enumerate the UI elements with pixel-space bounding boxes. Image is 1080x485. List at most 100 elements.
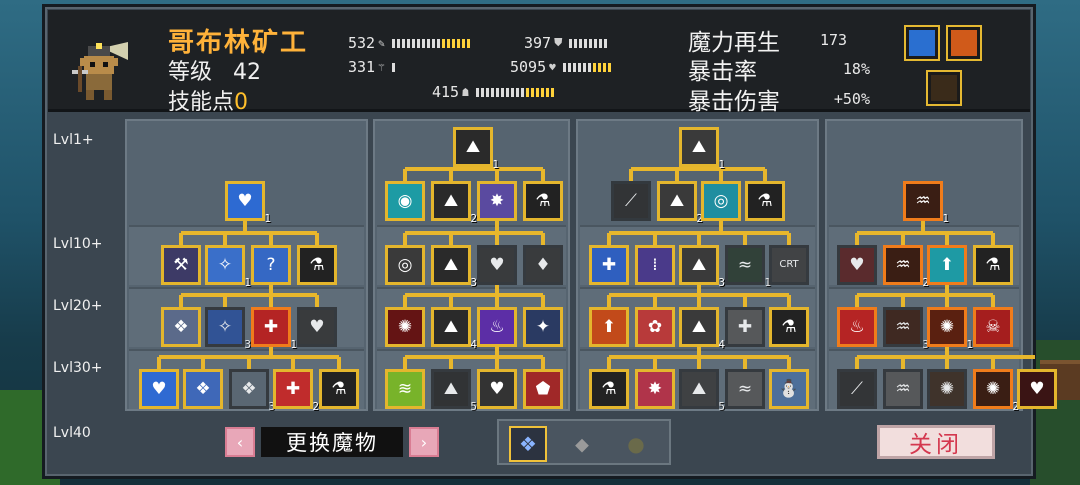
skill-icon: ✸: [647, 378, 663, 399]
close-button[interactable]: 关闭: [877, 425, 995, 459]
skill-node[interactable]: ⚒: [161, 245, 201, 285]
skill-node[interactable]: ❖: [161, 307, 201, 347]
skill-node[interactable]: ⬆: [927, 245, 967, 285]
skill-node[interactable]: ♒: [883, 369, 923, 409]
monster-tab-rock-icon[interactable]: ⬥: [563, 426, 601, 462]
skill-icon: ◎: [713, 190, 729, 211]
skill-icon: ♒: [895, 378, 911, 399]
skill-node[interactable]: ⛰ 4: [679, 307, 725, 350]
skill-node[interactable]: ✿: [635, 307, 675, 347]
skill-icon: ♒: [915, 190, 931, 211]
skill-rank: 5: [718, 400, 725, 413]
skill-icon: ✺: [939, 316, 955, 337]
skill-icon: CRT: [779, 259, 799, 270]
skill-node[interactable]: ◎: [385, 245, 425, 285]
skill-node[interactable]: ⛰ 2: [431, 181, 477, 224]
skill-rank: 1: [290, 338, 297, 351]
skill-node[interactable]: ✧ 1: [205, 245, 251, 288]
skill-node[interactable]: ♨: [837, 307, 877, 347]
skill-icon: ♦: [535, 254, 551, 275]
skill-node[interactable]: ≈1: [725, 245, 771, 288]
next-monster-button[interactable]: ›: [409, 427, 439, 457]
skill-node[interactable]: ♒ 2: [883, 245, 929, 288]
skill-rank: 1: [264, 212, 271, 225]
skill-node[interactable]: ♥: [297, 307, 337, 347]
skill-node[interactable]: ❖ 3: [229, 369, 275, 412]
skill-node[interactable]: ≋: [385, 369, 425, 409]
swap-monster-label[interactable]: 更换魔物: [261, 427, 403, 457]
skill-node[interactable]: ⛰ 4: [431, 307, 477, 350]
monster-tabs: ❖ ⬥ ●: [497, 419, 671, 465]
skill-node[interactable]: ✚ 1: [251, 307, 297, 350]
skill-node[interactable]: ♥: [1017, 369, 1057, 409]
skill-node[interactable]: ⚗: [589, 369, 629, 409]
skill-node[interactable]: ⚗: [973, 245, 1013, 285]
skill-node[interactable]: ⬆: [589, 307, 629, 347]
skill-icon: ✺: [985, 378, 1001, 399]
skill-icon: ♒: [895, 316, 911, 337]
skill-rank: 4: [470, 338, 477, 351]
skill-icon: ⚗: [757, 190, 773, 211]
skill-node[interactable]: ⟋: [837, 369, 877, 409]
skill-node[interactable]: ⛰ 1: [453, 127, 499, 170]
skill-node[interactable]: ♒ 3: [883, 307, 929, 350]
skill-node[interactable]: ♥: [139, 369, 179, 409]
skill-node[interactable]: ⛄: [769, 369, 809, 409]
skill-node[interactable]: ♥: [477, 369, 517, 409]
skill-node[interactable]: ✺: [385, 307, 425, 347]
skill-icon: ⛰: [443, 254, 459, 275]
skill-node[interactable]: ⛰ 3: [431, 245, 477, 288]
skill-node[interactable]: ✚: [589, 245, 629, 285]
skill-icon: ✿: [647, 316, 663, 337]
skill-icon: ⬆: [939, 254, 955, 275]
skill-node[interactable]: ⚗: [319, 369, 359, 409]
skill-node[interactable]: ✸: [477, 181, 517, 221]
prev-monster-button[interactable]: ‹: [225, 427, 255, 457]
skill-node[interactable]: ⚗: [745, 181, 785, 221]
skill-node[interactable]: ✸: [635, 369, 675, 409]
skill-node[interactable]: ♥ 1: [225, 181, 271, 224]
skill-node[interactable]: ♦: [523, 245, 563, 285]
skill-node[interactable]: ⬟: [523, 369, 563, 409]
monster-tab-crystal-icon[interactable]: ❖: [509, 426, 547, 462]
skill-node[interactable]: ≈: [725, 369, 765, 409]
skill-node[interactable]: ✦: [523, 307, 563, 347]
skill-node[interactable]: ✺ 1: [927, 307, 973, 350]
skill-rank: 1: [966, 338, 973, 351]
skill-node[interactable]: ⛰ 5: [679, 369, 725, 412]
skill-icon: ♥: [309, 316, 325, 337]
skill-icon: ✺: [397, 316, 413, 337]
skill-node[interactable]: ✧ 3: [205, 307, 251, 350]
skill-node[interactable]: ✺ 2: [973, 369, 1019, 412]
skill-icon: ❖: [241, 378, 257, 399]
skill-icon: ⛰: [691, 378, 707, 399]
skill-node[interactable]: ✚: [725, 307, 765, 347]
skill-node[interactable]: ?: [251, 245, 291, 285]
skill-node[interactable]: ⛰ 3: [679, 245, 725, 288]
skill-node[interactable]: ✺: [927, 369, 967, 409]
skill-node[interactable]: ❖: [183, 369, 223, 409]
skill-node[interactable]: ⛰ 2: [657, 181, 703, 224]
skill-node[interactable]: ⚗: [523, 181, 563, 221]
skill-node[interactable]: ♨: [477, 307, 517, 347]
skill-node[interactable]: ⟋: [611, 181, 651, 221]
skill-node[interactable]: ☠: [973, 307, 1013, 347]
skill-rank: 1: [718, 158, 725, 171]
skill-node[interactable]: ◎: [701, 181, 741, 221]
skill-node[interactable]: ⛰ 1: [679, 127, 725, 170]
skill-node[interactable]: ⁞: [635, 245, 675, 285]
skill-node[interactable]: CRT: [769, 245, 809, 285]
skill-node[interactable]: ♥: [477, 245, 517, 285]
skill-node[interactable]: ♥: [837, 245, 877, 285]
skill-node[interactable]: ⚗: [769, 307, 809, 347]
skill-icon: ✚: [263, 316, 279, 337]
skill-node[interactable]: ⛰ 5: [431, 369, 477, 412]
skill-node[interactable]: ♒ 1: [903, 181, 949, 224]
skill-icon: ✦: [535, 316, 551, 337]
monster-tab-boulder-icon[interactable]: ●: [617, 426, 655, 462]
skill-icon: ≈: [737, 254, 753, 275]
skill-node[interactable]: ◉: [385, 181, 425, 221]
skill-node[interactable]: ✚ 2: [273, 369, 319, 412]
skill-node[interactable]: ⚗: [297, 245, 337, 285]
skill-icon: ⚗: [331, 378, 347, 399]
